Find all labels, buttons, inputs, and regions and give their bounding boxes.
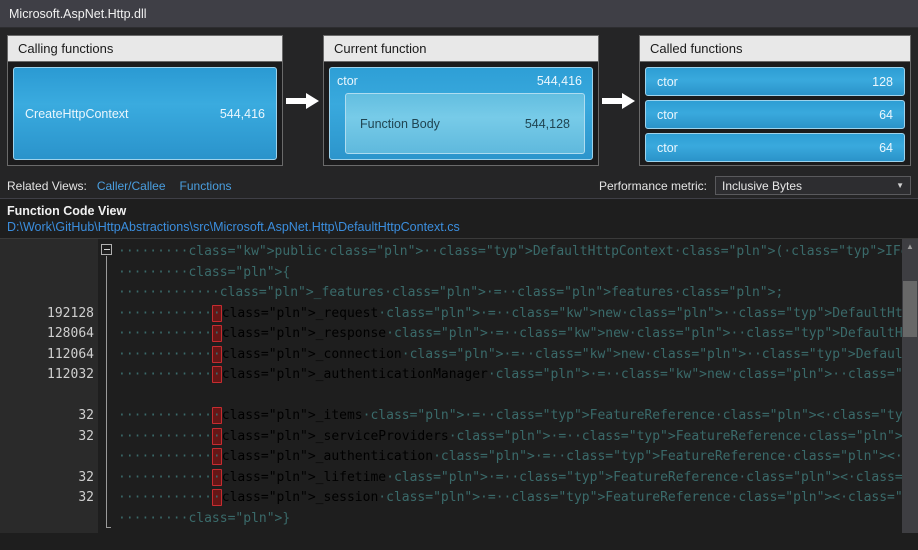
- code-line: ·············class="pln">_serviceProvide…: [118, 427, 918, 445]
- byte-count-cell: [36, 447, 98, 468]
- performance-metric-select[interactable]: Inclusive Bytes ▼: [715, 176, 911, 195]
- arrow-right-icon-1: [283, 35, 323, 166]
- code-line: ·········class="kw">public·class="pln">·…: [118, 244, 918, 259]
- current-function-body: ctor 544,416 Function Body 544,128: [324, 62, 598, 165]
- called-function-name: ctor: [657, 140, 678, 155]
- byte-count-gutter: 192128 128064 112064 112032 32 32 32 32: [36, 239, 98, 533]
- byte-count-cell: [36, 242, 98, 263]
- code-line: ·············class="pln">_lifetime·class…: [118, 468, 918, 486]
- byte-count-cell: 32: [78, 408, 94, 423]
- related-view-link-caller-callee[interactable]: Caller/Callee: [97, 179, 166, 193]
- called-functions-panel: Called functions ctor 128 ctor 64 ctor 6…: [639, 35, 912, 166]
- code-line: ·············class="pln">_session·class=…: [118, 489, 918, 506]
- byte-count-cell: 128064: [47, 326, 94, 341]
- source-file-path-link[interactable]: D:\Work\GitHub\HttpAbstractions\src\Micr…: [7, 219, 911, 235]
- current-function-panel: Current function ctor 544,416 Function B…: [323, 35, 599, 166]
- current-function-toprow: ctor 544,416: [333, 71, 589, 91]
- related-views-bar: Related Views: Caller/Callee Functions P…: [0, 173, 918, 199]
- function-code-view-header: Function Code View D:\Work\GitHub\HttpAb…: [0, 199, 918, 238]
- performance-metric-group: Performance metric: Inclusive Bytes ▼: [599, 176, 911, 195]
- calling-function-name: CreateHttpContext: [25, 106, 129, 121]
- function-code-view-title: Function Code View: [7, 204, 127, 218]
- code-line: ·············class="pln">_response·class…: [118, 325, 918, 342]
- calling-function-value: 544,416: [219, 106, 265, 121]
- code-line: ·········class="pln">{: [118, 264, 291, 280]
- current-function-header: Current function: [324, 36, 598, 62]
- current-function-value: 544,416: [536, 74, 582, 88]
- function-body-value: 544,128: [524, 116, 570, 131]
- call-graph-band: Calling functions CreateHttpContext 544,…: [0, 28, 918, 173]
- fold-margin: [98, 239, 114, 533]
- arrow-right-icon-2: [599, 35, 639, 166]
- called-function-item[interactable]: ctor 64: [645, 100, 906, 129]
- performance-metric-label: Performance metric:: [598, 178, 707, 193]
- window-title-bar: Microsoft.AspNet.Http.dll: [0, 0, 918, 28]
- calling-function-item[interactable]: CreateHttpContext 544,416: [13, 67, 277, 160]
- code-editor: 192128 128064 112064 112032 32 32 32 32 ·······…: [0, 238, 918, 533]
- byte-count-cell: 32: [78, 469, 94, 485]
- related-view-link-functions[interactable]: Functions: [180, 179, 232, 193]
- byte-count-cell: [36, 509, 98, 530]
- current-function-name: ctor: [337, 74, 358, 88]
- byte-count-cell: 112032: [47, 367, 94, 382]
- source-code-area[interactable]: ·········class="kw">public·class="pln">·…: [114, 239, 918, 533]
- code-line: ·············class="pln">_request·class=…: [118, 304, 918, 322]
- called-function-item[interactable]: ctor 128: [645, 67, 906, 96]
- code-line: ·············class="pln">_connection·cla…: [118, 345, 918, 363]
- chevron-down-icon: ▼: [896, 180, 904, 190]
- scrollbar-thumb[interactable]: [903, 281, 917, 337]
- called-functions-header: Called functions: [640, 36, 911, 62]
- calling-functions-list: CreateHttpContext 544,416: [8, 62, 282, 165]
- called-function-value: 64: [879, 107, 894, 122]
- function-body-block[interactable]: Function Body 544,128: [345, 93, 585, 154]
- collapse-region-icon[interactable]: [101, 244, 112, 255]
- called-function-name: ctor: [657, 74, 678, 89]
- byte-count-cell: [36, 386, 98, 407]
- function-body-name: Function Body: [360, 116, 440, 131]
- byte-count-cell: 32: [78, 490, 94, 505]
- fold-region-line: [106, 256, 111, 528]
- called-function-name: ctor: [657, 107, 678, 122]
- called-function-item[interactable]: ctor 64: [645, 133, 906, 162]
- profiler-window: Microsoft.AspNet.Http.dll Calling functi…: [0, 0, 918, 550]
- code-line: ·············class="pln">_authentication…: [118, 448, 918, 465]
- scroll-up-icon[interactable]: ▲: [902, 239, 918, 253]
- byte-count-cell: [36, 263, 98, 284]
- code-line: ·············class="pln">_items·class="p…: [118, 407, 918, 424]
- code-line: ·············class="pln">_authentication…: [118, 366, 918, 383]
- current-function-item[interactable]: ctor 544,416 Function Body 544,128: [329, 67, 593, 160]
- byte-count-cell: 32: [78, 428, 94, 444]
- called-functions-list: ctor 128 ctor 64 ctor 64: [640, 62, 911, 165]
- related-views-label: Related Views:: [7, 178, 87, 193]
- called-function-value: 128: [872, 74, 894, 89]
- code-line: ·············class="pln">_features·class…: [118, 285, 784, 300]
- calling-functions-header: Calling functions: [8, 36, 282, 62]
- byte-count-cell: 192128: [47, 305, 94, 321]
- editor-vertical-scrollbar[interactable]: ▲: [902, 239, 918, 533]
- byte-count-cell: [36, 283, 98, 304]
- called-function-value: 64: [879, 140, 894, 155]
- code-line: ·········class="pln">}: [118, 510, 291, 526]
- calling-functions-panel: Calling functions CreateHttpContext 544,…: [7, 35, 283, 166]
- editor-left-margin: [0, 239, 36, 533]
- byte-count-cell: 112064: [47, 346, 94, 362]
- performance-metric-value: Inclusive Bytes: [722, 178, 803, 193]
- module-title: Microsoft.AspNet.Http.dll: [9, 6, 147, 21]
